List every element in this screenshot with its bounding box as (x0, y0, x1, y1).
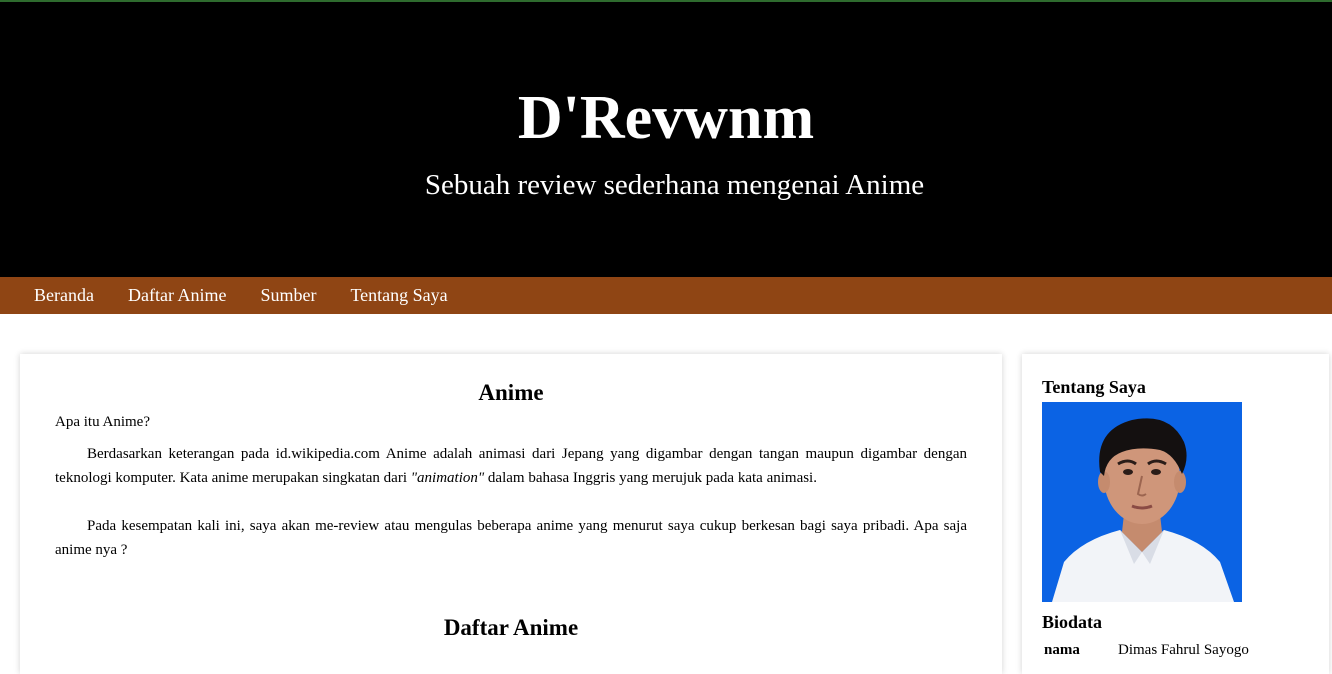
biodata-row: nama Dimas Fahrul Sayogo (1042, 640, 1251, 661)
nav-link-tentang-saya[interactable]: Tentang Saya (333, 277, 464, 314)
profile-photo (1042, 402, 1242, 602)
nav-link-daftar-anime[interactable]: Daftar Anime (111, 277, 243, 314)
intro-paragraph: Berdasarkan keterangan pada id.wikipedia… (55, 442, 967, 490)
nav-link-sumber[interactable]: Sumber (243, 277, 333, 314)
section-title-daftar-anime: Daftar Anime (443, 615, 579, 640)
intro-emphasis: "animation" (410, 470, 485, 486)
site-header: D'Revwnm Sebuah review sederhana mengena… (0, 2, 1332, 277)
biodata-table: nama Dimas Fahrul Sayogo (1042, 640, 1251, 661)
question-text: Apa itu Anime? (55, 414, 150, 430)
biodata-title: Biodata (1042, 612, 1103, 632)
sidebar-card: Tentang Saya Biodata nama Dimas Fahrul S… (1022, 354, 1329, 674)
nav-link-beranda[interactable]: Beranda (17, 277, 111, 314)
sidebar-title: Tentang Saya (1042, 377, 1146, 397)
site-title: D'Revwnm (517, 84, 815, 152)
biodata-value-nama: Dimas Fahrul Sayogo (1118, 642, 1249, 658)
main-nav: Beranda Daftar Anime Sumber Tentang Saya (0, 277, 1332, 314)
main-content-card: Anime Apa itu Anime? Berdasarkan keteran… (20, 354, 1002, 674)
review-paragraph: Pada kesempatan kali ini, saya akan me-r… (55, 518, 967, 558)
section-title-anime: Anime (478, 380, 544, 405)
biodata-key-nama: nama (1044, 642, 1080, 658)
intro-text-end: dalam bahasa Inggris yang merujuk pada k… (484, 470, 817, 486)
site-tagline: Sebuah review sederhana mengenai Anime (424, 169, 925, 201)
